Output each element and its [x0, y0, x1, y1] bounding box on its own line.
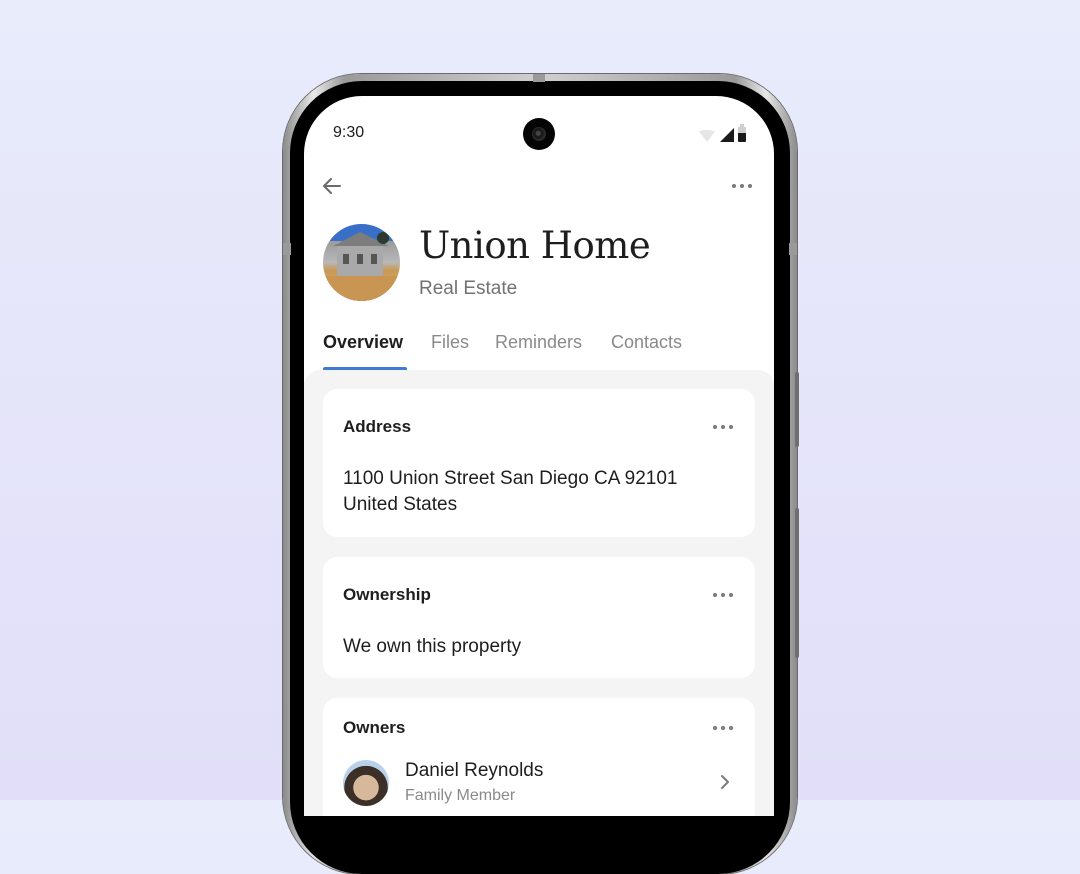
- card-title: Ownership: [343, 585, 431, 604]
- battery-icon: [738, 124, 746, 142]
- signal-icon: [720, 128, 734, 142]
- card-title: Owners: [343, 718, 406, 737]
- chevron-right-icon[interactable]: [719, 774, 731, 790]
- phone-antenna-line: [789, 243, 797, 255]
- status-icons: [698, 124, 746, 142]
- address-card: Address 1100 Union Street San Diego CA 9…: [323, 389, 755, 537]
- back-button[interactable]: [320, 174, 344, 198]
- tab-files[interactable]: Files: [431, 332, 469, 353]
- overview-content: Address 1100 Union Street San Diego CA 9…: [304, 370, 774, 816]
- phone-antenna-line: [283, 243, 291, 255]
- property-avatar: [323, 224, 400, 301]
- address-text: 1100 Union Street San Diego CA 92101 Uni…: [343, 466, 678, 518]
- tab-overview[interactable]: Overview: [323, 332, 403, 353]
- card-more-button[interactable]: [713, 423, 735, 431]
- status-bar: 9:30: [304, 96, 774, 166]
- card-title: Address: [343, 417, 412, 436]
- more-horizontal-icon: [713, 423, 735, 431]
- status-time: 9:30: [333, 124, 365, 141]
- card-more-button[interactable]: [713, 724, 735, 732]
- tab-contacts[interactable]: Contacts: [611, 332, 682, 353]
- owners-card: Owners Daniel Reynolds Family Member: [323, 698, 755, 816]
- phone-antenna-line: [533, 74, 545, 82]
- camera-icon: [523, 118, 555, 150]
- more-horizontal-icon: [732, 176, 756, 196]
- house-icon: [323, 232, 400, 301]
- more-horizontal-icon: [713, 591, 735, 599]
- address-line-2: United States: [343, 494, 458, 515]
- page-title: Union Home: [419, 224, 651, 267]
- top-navigation: [304, 166, 774, 206]
- volume-button: [795, 372, 799, 447]
- page-subtitle: Real Estate: [419, 278, 518, 299]
- address-line-1: 1100 Union Street San Diego CA 92101: [343, 468, 678, 489]
- tab-bar: Overview Files Reminders Contacts: [304, 330, 774, 370]
- app-screen: 9:30 Union Home Real Estate Overview Fil…: [304, 96, 774, 816]
- wifi-icon: [698, 130, 716, 142]
- owner-role: Family Member: [405, 787, 516, 804]
- power-button: [795, 508, 799, 658]
- owner-avatar: [343, 760, 389, 806]
- profile-header: Union Home Real Estate: [304, 224, 774, 304]
- more-horizontal-icon: [713, 724, 735, 732]
- ownership-card: Ownership We own this property: [323, 557, 755, 678]
- tab-reminders[interactable]: Reminders: [495, 332, 582, 353]
- ownership-value: We own this property: [343, 636, 522, 657]
- arrow-left-icon: [323, 178, 341, 194]
- owner-name: Daniel Reynolds: [405, 760, 544, 781]
- more-options-button[interactable]: [732, 176, 756, 196]
- card-more-button[interactable]: [713, 591, 735, 599]
